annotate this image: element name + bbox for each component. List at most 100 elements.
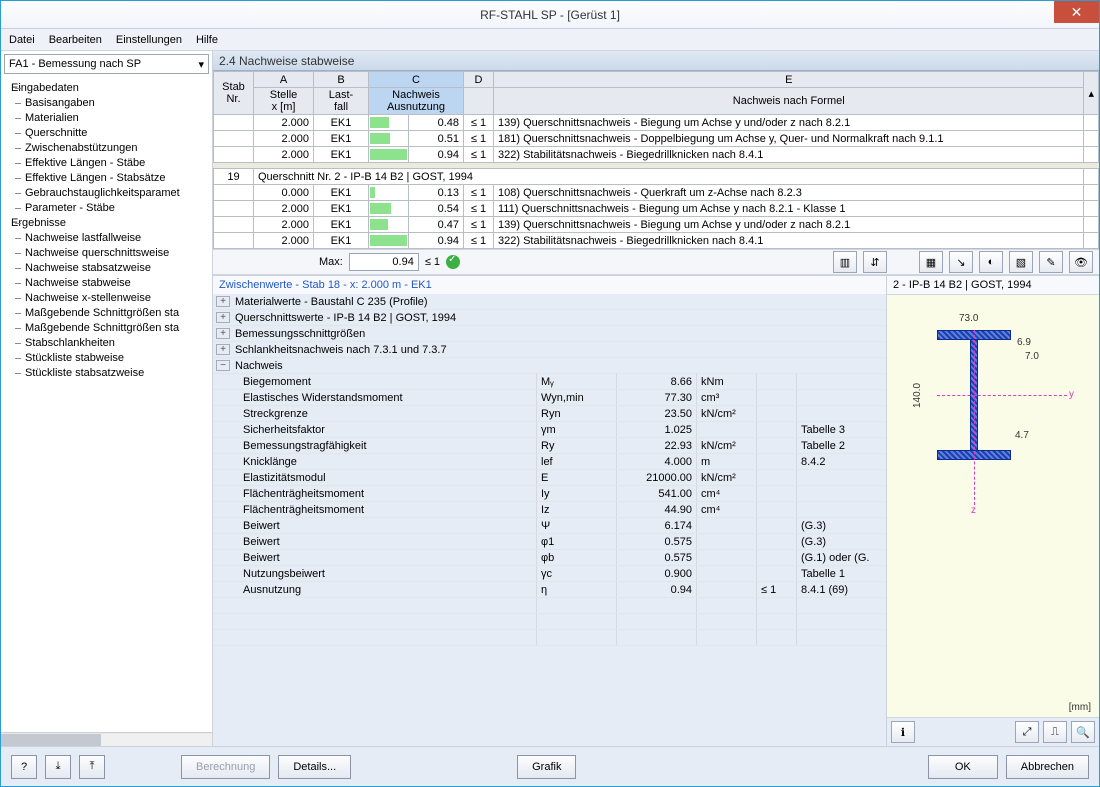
cell-val[interactable]: 0.13	[409, 185, 464, 201]
row-header[interactable]	[214, 115, 254, 131]
detail-row[interactable]: Knicklänge lef 4.000 m 8.4.2	[213, 454, 886, 470]
cell-x[interactable]: 0.000	[254, 185, 314, 201]
import-icon-btn[interactable]: ⤓	[45, 755, 71, 779]
row-header[interactable]	[214, 131, 254, 147]
tree-group-results[interactable]: Ergebnisse	[7, 216, 212, 231]
cell-text[interactable]: 181) Querschnittsnachweis - Doppelbiegun…	[494, 131, 1084, 147]
detail-row[interactable]: Elastizitätsmodul E 21000.00 kN/cm²	[213, 470, 886, 486]
detail-row[interactable]: Beiwert φ1 0.575 (G.3)	[213, 534, 886, 550]
tree-item[interactable]: Maßgebende Schnittgrößen sta	[7, 306, 212, 321]
cell-text[interactable]: 111) Querschnittsnachweis - Biegung um A…	[494, 201, 1084, 217]
cell-val[interactable]: 0.94	[409, 147, 464, 163]
details-tree[interactable]: +Materialwerte - Baustahl C 235 (Profile…	[213, 294, 886, 746]
dims-icon-btn[interactable]: ⎍	[1043, 721, 1067, 743]
cell-bar[interactable]	[369, 115, 409, 131]
detail-row[interactable]: Beiwert φb 0.575 (G.1) oder (G.	[213, 550, 886, 566]
detail-row[interactable]: Streckgrenze Ryn 23.50 kN/cm²	[213, 406, 886, 422]
row-header[interactable]	[214, 233, 254, 249]
cell-text[interactable]: 108) Querschnittsnachweis - Querkraft um…	[494, 185, 1084, 201]
tree-item[interactable]: Querschnitte	[7, 126, 212, 141]
tree-item[interactable]: Nachweise x-stellenweise	[7, 291, 212, 306]
cell-rel[interactable]: ≤ 1	[464, 201, 494, 217]
help-icon-btn[interactable]: ?	[11, 755, 37, 779]
detail-group[interactable]: +Schlankheitsnachweis nach 7.3.1 und 7.3…	[213, 342, 886, 358]
tree-item[interactable]: Nachweise querschnittsweise	[7, 246, 212, 261]
calc-button[interactable]: Berechnung	[181, 755, 270, 779]
tool-btn-2[interactable]: ↘	[949, 251, 973, 273]
cell-x[interactable]: 2.000	[254, 115, 314, 131]
print-icon-btn[interactable]: 🔍	[1071, 721, 1095, 743]
grid-vscroll-up[interactable]: ▴	[1084, 72, 1099, 115]
cell-text[interactable]: 139) Querschnittsnachweis - Biegung um A…	[494, 115, 1084, 131]
tree-item[interactable]: Effektive Längen - Stabsätze	[7, 171, 212, 186]
cell-lf[interactable]: EK1	[314, 185, 369, 201]
tree-item[interactable]: Materialien	[7, 111, 212, 126]
tree-item[interactable]: Stückliste stabweise	[7, 351, 212, 366]
cell-lf[interactable]: EK1	[314, 131, 369, 147]
info-icon-btn[interactable]: ℹ	[891, 721, 915, 743]
grafik-button[interactable]: Grafik	[517, 755, 576, 779]
detail-row[interactable]: Flächenträgheitsmoment Iz 44.90 cm⁴	[213, 502, 886, 518]
cell-val[interactable]: 0.47	[409, 217, 464, 233]
cell-rel[interactable]: ≤ 1	[464, 185, 494, 201]
tree-item[interactable]: Basisangaben	[7, 96, 212, 111]
tree-item[interactable]: Parameter - Stäbe	[7, 201, 212, 216]
tree-item[interactable]: Effektive Längen - Stäbe	[7, 156, 212, 171]
detail-row[interactable]: Nutzungsbeiwert γc 0.900 Tabelle 1	[213, 566, 886, 582]
cell-val[interactable]: 0.94	[409, 233, 464, 249]
export-icon-btn[interactable]: ⤒	[79, 755, 105, 779]
cell-val[interactable]: 0.51	[409, 131, 464, 147]
detail-row[interactable]: Sicherheitsfaktor γm 1.025 Tabelle 3	[213, 422, 886, 438]
cancel-button[interactable]: Abbrechen	[1006, 755, 1089, 779]
detail-group[interactable]: +Querschnittswerte - IP-B 14 B2 | GOST, …	[213, 310, 886, 326]
tree-item[interactable]: Stückliste stabsatzweise	[7, 366, 212, 381]
row-header[interactable]	[214, 217, 254, 233]
cell-x[interactable]: 2.000	[254, 217, 314, 233]
axis-icon-btn[interactable]: ⤢	[1015, 721, 1039, 743]
cell-rel[interactable]: ≤ 1	[464, 217, 494, 233]
cell-lf[interactable]: EK1	[314, 115, 369, 131]
cell-bar[interactable]	[369, 185, 409, 201]
detail-row[interactable]: Beiwert Ψ 6.174 (G.3)	[213, 518, 886, 534]
detail-row[interactable]: Bemessungstragfähigkeit Ry 22.93 kN/cm² …	[213, 438, 886, 454]
tree-item[interactable]: Nachweise stabweise	[7, 276, 212, 291]
tree-item[interactable]: Zwischenabstützungen	[7, 141, 212, 156]
tree-item[interactable]: Nachweise lastfallweise	[7, 231, 212, 246]
results-grid[interactable]: StabNr. A B C D E ▴ Stellex [m] Last-fal…	[213, 71, 1099, 249]
case-combo[interactable]: FA1 - Bemessung nach SP ▾	[4, 54, 209, 74]
cell-text[interactable]: 322) Stabilitätsnachweis - Biegedrillkni…	[494, 233, 1084, 249]
cell-rel[interactable]: ≤ 1	[464, 131, 494, 147]
detail-group[interactable]: +Bemessungsschnittgrößen	[213, 326, 886, 342]
tool-btn-4[interactable]: ▧	[1009, 251, 1033, 273]
tree-item[interactable]: Nachweise stabsatzweise	[7, 261, 212, 276]
cell-rel[interactable]: ≤ 1	[464, 115, 494, 131]
menu-bearbeiten[interactable]: Bearbeiten	[49, 34, 102, 46]
cell-bar[interactable]	[369, 147, 409, 163]
detail-group-open[interactable]: −Nachweis	[213, 358, 886, 374]
row-header[interactable]	[214, 147, 254, 163]
cell-x[interactable]: 2.000	[254, 131, 314, 147]
tool-btn-1[interactable]: ▦	[919, 251, 943, 273]
cell-rel[interactable]: ≤ 1	[464, 233, 494, 249]
filter-icon-btn[interactable]: ▥	[833, 251, 857, 273]
cell-lf[interactable]: EK1	[314, 201, 369, 217]
cell-val[interactable]: 0.48	[409, 115, 464, 131]
row-header[interactable]	[214, 185, 254, 201]
cell-text[interactable]: 322) Stabilitätsnachweis - Biegedrillkni…	[494, 147, 1084, 163]
tree-item[interactable]: Stabschlankheiten	[7, 336, 212, 351]
tree-hscroll[interactable]	[1, 732, 212, 746]
menu-einstellungen[interactable]: Einstellungen	[116, 34, 182, 46]
cell-val[interactable]: 0.54	[409, 201, 464, 217]
cell-lf[interactable]: EK1	[314, 233, 369, 249]
tree-group-input[interactable]: Eingabedaten	[7, 81, 212, 96]
cell-bar[interactable]	[369, 131, 409, 147]
tree-item[interactable]: Maßgebende Schnittgrößen sta	[7, 321, 212, 336]
cell-x[interactable]: 2.000	[254, 233, 314, 249]
nav-tree[interactable]: Eingabedaten BasisangabenMaterialienQuer…	[1, 77, 212, 732]
cell-bar[interactable]	[369, 233, 409, 249]
cell-x[interactable]: 2.000	[254, 201, 314, 217]
details-button[interactable]: Details...	[278, 755, 351, 779]
sort-icon-btn[interactable]: ⇵	[863, 251, 887, 273]
detail-row[interactable]: Biegemoment Mᵧ 8.66 kNm	[213, 374, 886, 390]
cell-bar[interactable]	[369, 217, 409, 233]
